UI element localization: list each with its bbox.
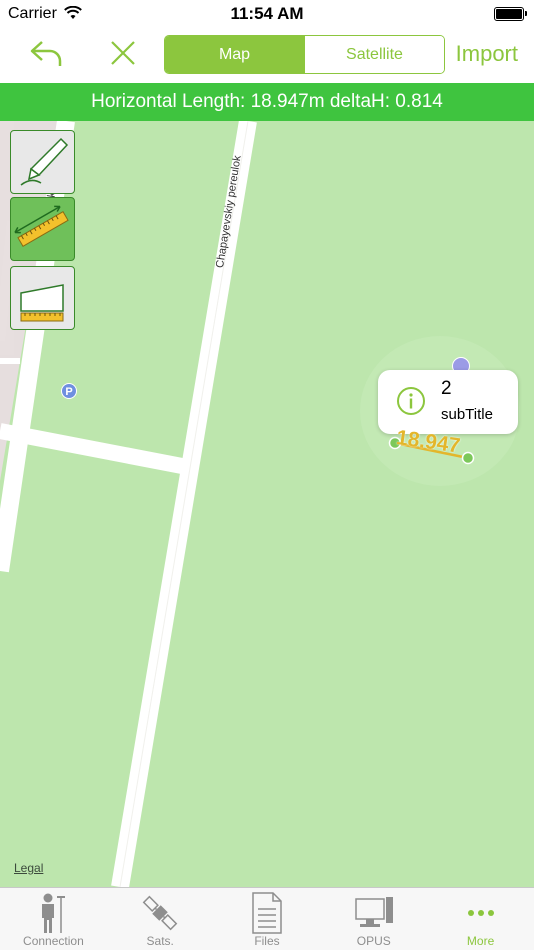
map-view[interactable]: Chapayevskiy pereulok Chapayevskiy pereu…: [0, 121, 534, 887]
freehand-tool-button[interactable]: [10, 130, 75, 194]
tab-sats[interactable]: Sats.: [107, 888, 214, 950]
info-icon[interactable]: [396, 386, 426, 416]
more-dots-icon: [467, 910, 494, 916]
pencil-icon: [20, 137, 69, 186]
tab-label: Connection: [23, 934, 84, 948]
area-tool-button[interactable]: [10, 266, 75, 330]
legal-link[interactable]: Legal: [14, 861, 43, 875]
tab-label: OPUS: [356, 934, 391, 948]
tab-connection[interactable]: Connection: [0, 888, 107, 950]
computer-icon: [355, 897, 393, 927]
surveyor-icon: [42, 893, 66, 933]
segment-map[interactable]: Map: [165, 36, 304, 73]
close-x-icon[interactable]: [108, 38, 138, 68]
tab-files[interactable]: Files: [214, 888, 321, 950]
undo-arrow-icon[interactable]: [28, 36, 64, 72]
callout-subtitle: subTitle: [441, 406, 493, 423]
tab-label: Files: [254, 934, 280, 948]
tab-more[interactable]: More: [427, 888, 534, 950]
point-callout[interactable]: 2 subTitle: [378, 370, 518, 434]
map-type-segmented-control: Map Satellite: [164, 35, 445, 74]
clock: 11:54 AM: [230, 4, 304, 23]
length-tool-button[interactable]: [10, 197, 75, 261]
map-roads: [0, 121, 520, 887]
nav-bar: Map Satellite Import: [0, 28, 534, 83]
segment-satellite[interactable]: Satellite: [304, 36, 444, 73]
status-bar: Carrier 11:54 AM: [0, 0, 534, 28]
tab-label: More: [466, 934, 495, 948]
document-icon: [252, 892, 282, 934]
measurement-banner: Horizontal Length: 18.947m deltaH: 0.814: [0, 83, 534, 121]
tab-label: Sats.: [146, 934, 174, 948]
callout-title: 2: [441, 378, 452, 399]
area-ruler-icon: [20, 284, 64, 322]
tab-opus[interactable]: OPUS: [320, 888, 427, 950]
import-button[interactable]: Import: [456, 41, 518, 67]
tab-bar: Connection Sats. Files OPUS More: [0, 887, 534, 950]
ruler-icon: [14, 205, 69, 248]
satellite-icon: [142, 895, 178, 931]
measurement-banner-text: Horizontal Length: 18.947m deltaH: 0.814: [91, 91, 443, 112]
battery-icon: [494, 7, 527, 21]
parking-icon: P: [61, 383, 77, 399]
